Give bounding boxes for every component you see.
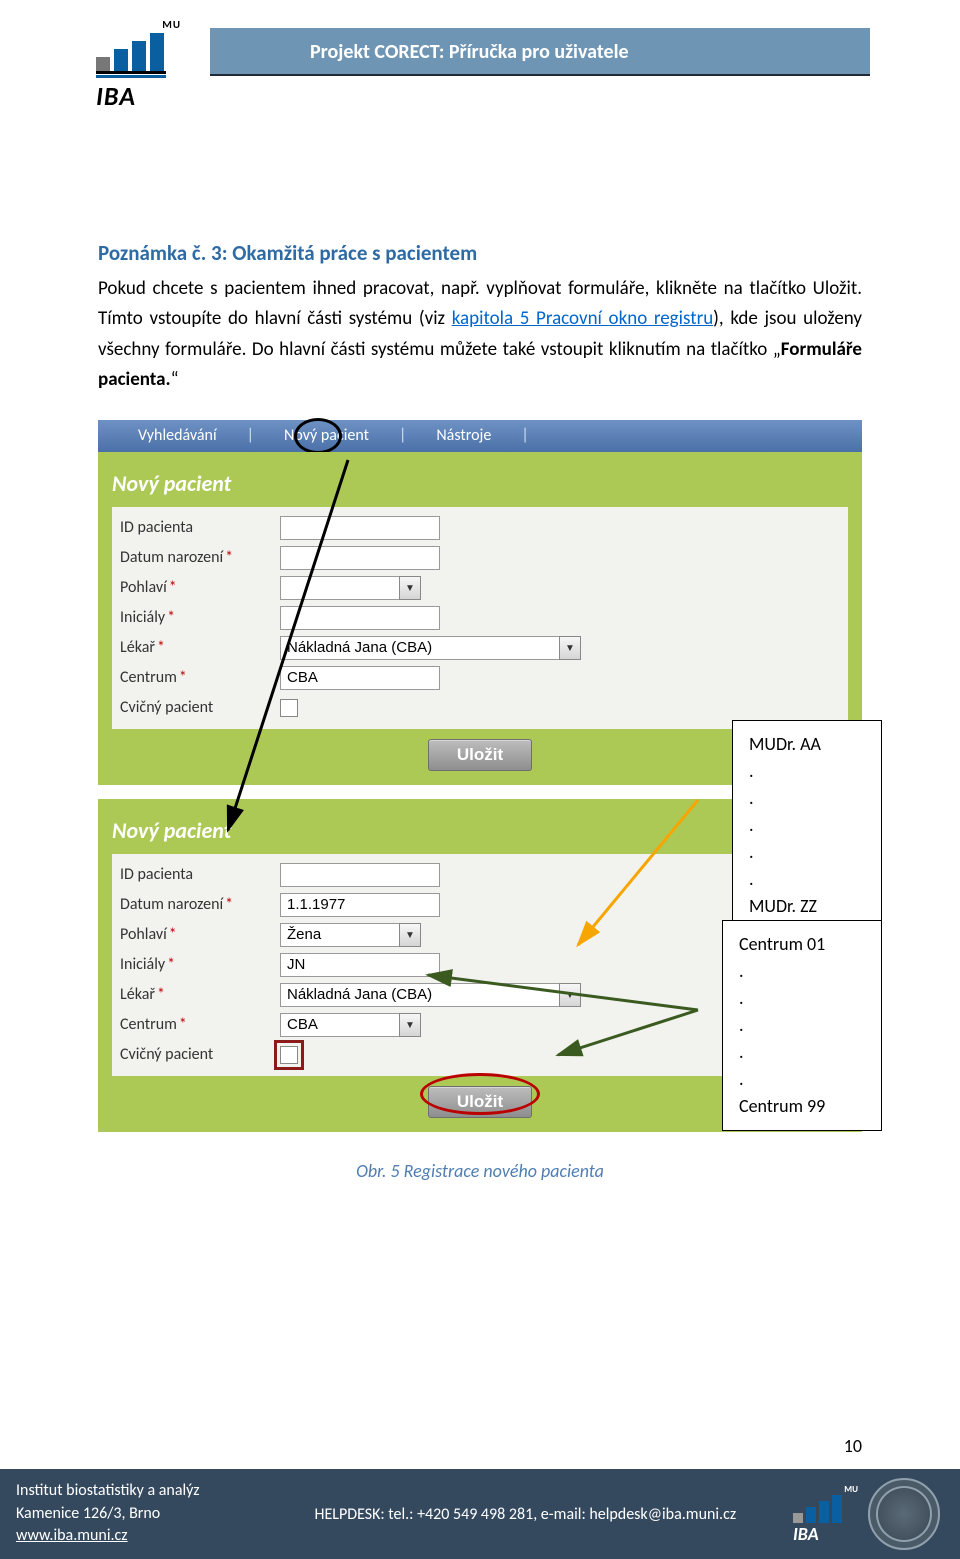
label-dob: Datum narození*	[120, 548, 280, 567]
select-sex[interactable]	[280, 923, 400, 947]
select-sex[interactable]	[280, 576, 400, 600]
nav-tabs: Vyhledávání | Nový pacient | Nástroje |	[98, 420, 862, 452]
header-title-bar: Projekt CORECT: Příručka pro uživatele	[210, 28, 870, 76]
checkbox-training[interactable]	[280, 1046, 298, 1064]
callout-doctor-end: MUDr. ZZ	[749, 893, 865, 920]
label-training: Cvičný pacient	[120, 698, 280, 717]
chevron-down-icon[interactable]: ▼	[399, 923, 421, 947]
tab-separator-icon: |	[247, 426, 254, 445]
chevron-down-icon[interactable]: ▼	[399, 1013, 421, 1037]
chapter-link[interactable]: kapitola 5 Pracovní okno registru	[452, 307, 713, 330]
chevron-down-icon[interactable]: ▼	[399, 576, 421, 600]
label-center: Centrum*	[120, 1015, 280, 1034]
callout-dots: . . . . .	[749, 758, 865, 893]
tab-tools[interactable]: Nástroje	[406, 426, 521, 445]
input-dob[interactable]	[280, 546, 440, 570]
select-doctor[interactable]	[280, 636, 560, 660]
tab-separator-icon: |	[399, 426, 406, 445]
select-doctor[interactable]	[280, 983, 560, 1007]
checkbox-training[interactable]	[280, 699, 298, 717]
label-sex: Pohlaví*	[120, 578, 280, 597]
label-id: ID pacienta	[120, 518, 280, 537]
footer-addr: Kamenice 126/3, Brno	[16, 1503, 294, 1525]
iba-logo-small: MU IBA	[793, 1484, 858, 1544]
save-button[interactable]: Uložit	[428, 739, 532, 771]
callout-dots: . . . . .	[739, 958, 865, 1093]
label-initials: Iniciály*	[120, 955, 280, 974]
label-doctor: Lékař*	[120, 985, 280, 1004]
note-paragraph: Pokud chcete s pacientem ihned pracovat,…	[98, 274, 862, 396]
select-center[interactable]	[280, 1013, 400, 1037]
label-training: Cvičný pacient	[120, 1045, 280, 1064]
input-dob[interactable]	[280, 893, 440, 917]
tab-new-patient[interactable]: Nový pacient	[254, 426, 399, 445]
callout-center-end: Centrum 99	[739, 1093, 865, 1120]
figure-caption: Obr. 5 Registrace nového pacienta	[98, 1160, 862, 1182]
footer-helpdesk: HELPDESK: tel.: +420 549 498 281, e-mail…	[314, 1505, 736, 1524]
label-sex: Pohlaví*	[120, 925, 280, 944]
logo-iba-text: IBA	[96, 80, 181, 112]
input-id[interactable]	[280, 863, 440, 887]
label-dob: Datum narození*	[120, 895, 280, 914]
page-footer: Institut biostatistiky a analýz Kamenice…	[0, 1469, 960, 1559]
label-initials: Iniciály*	[120, 608, 280, 627]
doctor-callout: MUDr. AA . . . . . MUDr. ZZ	[732, 720, 882, 931]
chevron-down-icon[interactable]: ▼	[559, 636, 581, 660]
callout-center-start: Centrum 01	[739, 931, 865, 958]
panel-heading: Nový pacient	[112, 470, 848, 497]
header-title: Projekt CORECT: Příručka pro uživatele	[310, 40, 629, 64]
footer-org: Institut biostatistiky a analýz	[16, 1480, 294, 1502]
input-initials[interactable]	[280, 953, 440, 977]
university-seal-icon	[868, 1478, 940, 1550]
page-header: Projekt CORECT: Příručka pro uživatele M…	[0, 0, 960, 140]
label-doctor: Lékař*	[120, 638, 280, 657]
input-id[interactable]	[280, 516, 440, 540]
form-screenshot-area: Vyhledávání | Nový pacient | Nástroje | …	[98, 420, 862, 1182]
page-number: 10	[844, 1435, 862, 1457]
input-initials[interactable]	[280, 606, 440, 630]
logo-bars-icon	[96, 31, 181, 71]
logo-mu-text: MU	[96, 18, 181, 31]
chevron-down-icon[interactable]: ▼	[559, 983, 581, 1007]
label-id: ID pacienta	[120, 865, 280, 884]
note-title: Poznámka č. 3: Okamžitá práce s paciente…	[98, 240, 862, 266]
tab-search[interactable]: Vyhledávání	[108, 426, 247, 445]
input-center[interactable]	[280, 666, 440, 690]
tab-separator-icon: |	[521, 426, 528, 445]
footer-web-link[interactable]: www.iba.muni.cz	[16, 1526, 128, 1545]
save-button[interactable]: Uložit	[428, 1086, 532, 1118]
iba-logo: MU IBA	[96, 20, 181, 110]
callout-doctor-start: MUDr. AA	[749, 731, 865, 758]
center-callout: Centrum 01 . . . . . Centrum 99	[722, 920, 882, 1131]
label-center: Centrum*	[120, 668, 280, 687]
